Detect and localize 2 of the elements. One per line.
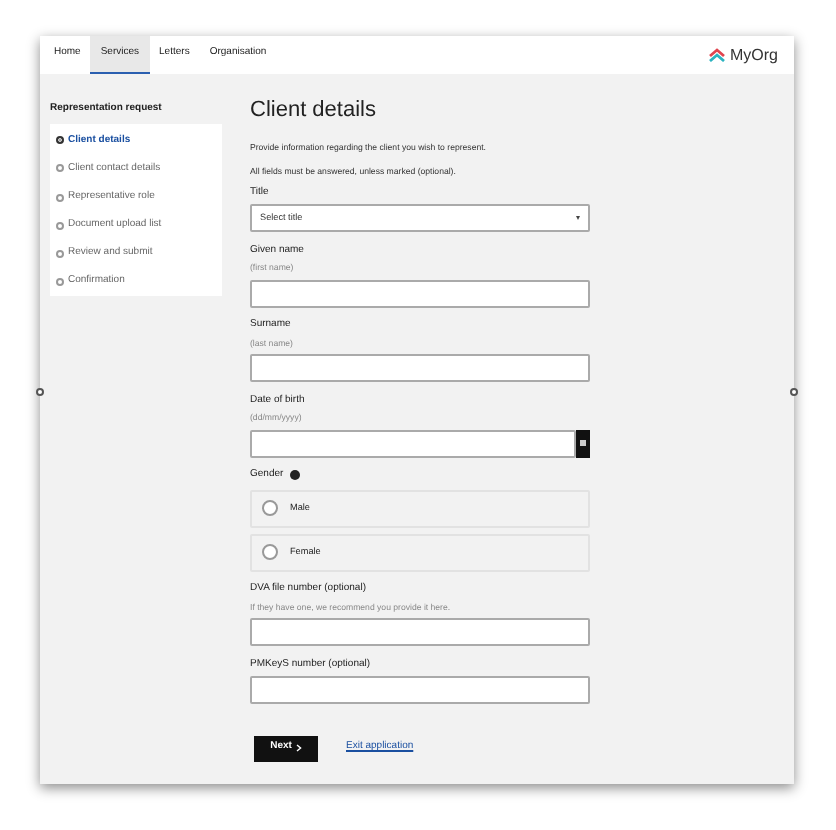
page-title: Client details — [250, 100, 378, 122]
logo-text: MyOrg — [730, 43, 778, 67]
